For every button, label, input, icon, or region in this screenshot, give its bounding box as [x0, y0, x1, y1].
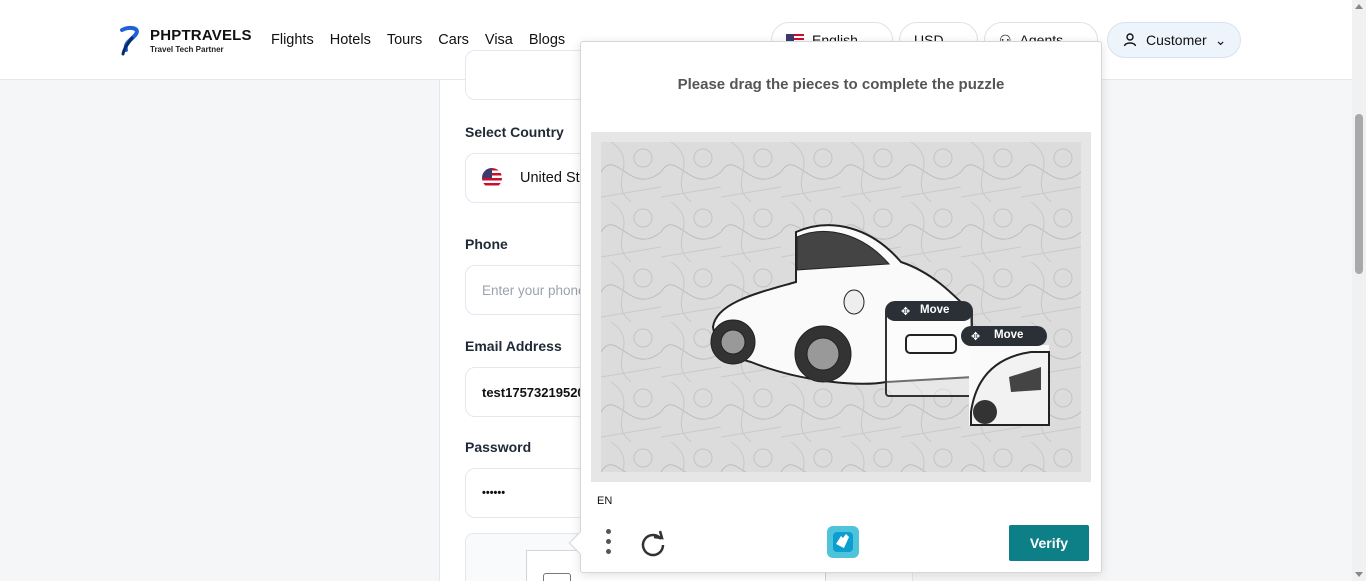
hcaptcha-logo-icon[interactable] [825, 524, 861, 560]
brand-logo[interactable]: PHPTRAVELS Travel Tech Partner [118, 24, 252, 56]
move-label-2[interactable]: Move [994, 329, 1023, 341]
puzzle-piece [969, 345, 1050, 426]
password-value: •••••• [482, 487, 506, 499]
logo-mark-icon [120, 25, 139, 56]
brand-title: PHPTRAVELS [150, 26, 252, 44]
puzzle-captcha-popup: Please drag the pieces to complete the p… [568, 41, 1102, 573]
svg-text:✥: ✥ [971, 331, 980, 343]
email-label: Email Address [465, 338, 562, 354]
captcha-checkbox[interactable] [543, 573, 571, 581]
password-label: Password [465, 439, 532, 455]
user-icon [1123, 33, 1137, 47]
svg-text:✥: ✥ [901, 306, 910, 318]
customer-label: Customer [1146, 32, 1207, 48]
puzzle-language[interactable]: EN [597, 495, 612, 507]
page-scrollbar[interactable] [1352, 0, 1366, 581]
verify-button[interactable]: Verify [1009, 525, 1089, 561]
scroll-up-arrow-icon[interactable] [1355, 4, 1363, 9]
customer-dropdown[interactable]: Customer ⌄ [1107, 22, 1242, 58]
move-label-1[interactable]: Move [920, 304, 949, 316]
country-label: Select Country [465, 124, 564, 140]
puzzle-image: ✥ ✥ [601, 142, 1081, 472]
scroll-thumb[interactable] [1355, 114, 1363, 274]
phone-label: Phone [465, 236, 508, 252]
nav-hotels[interactable]: Hotels [330, 32, 371, 48]
scroll-down-arrow-icon[interactable] [1355, 572, 1363, 577]
chevron-down-icon: ⌄ [1214, 31, 1227, 48]
puzzle-prompt: Please drag the pieces to complete the p… [677, 76, 1005, 93]
refresh-icon[interactable] [639, 529, 667, 557]
nav-tours[interactable]: Tours [387, 32, 422, 48]
email-value: test17573219520 [482, 384, 585, 400]
country-value: United St [520, 170, 580, 186]
brand-subtitle: Travel Tech Partner [150, 44, 224, 54]
puzzle-frame: ✥ ✥ Move Move [591, 132, 1091, 482]
more-options-icon[interactable] [603, 529, 613, 559]
nav-flights[interactable]: Flights [271, 32, 314, 48]
nav-cars[interactable]: Cars [438, 32, 469, 48]
us-flag-icon [482, 168, 502, 188]
phone-placeholder: Enter your phone [482, 282, 586, 298]
main-nav: Flights Hotels Tours Cars Visa Blogs [271, 32, 565, 48]
nav-visa[interactable]: Visa [485, 32, 513, 48]
nav-blogs[interactable]: Blogs [529, 32, 565, 48]
